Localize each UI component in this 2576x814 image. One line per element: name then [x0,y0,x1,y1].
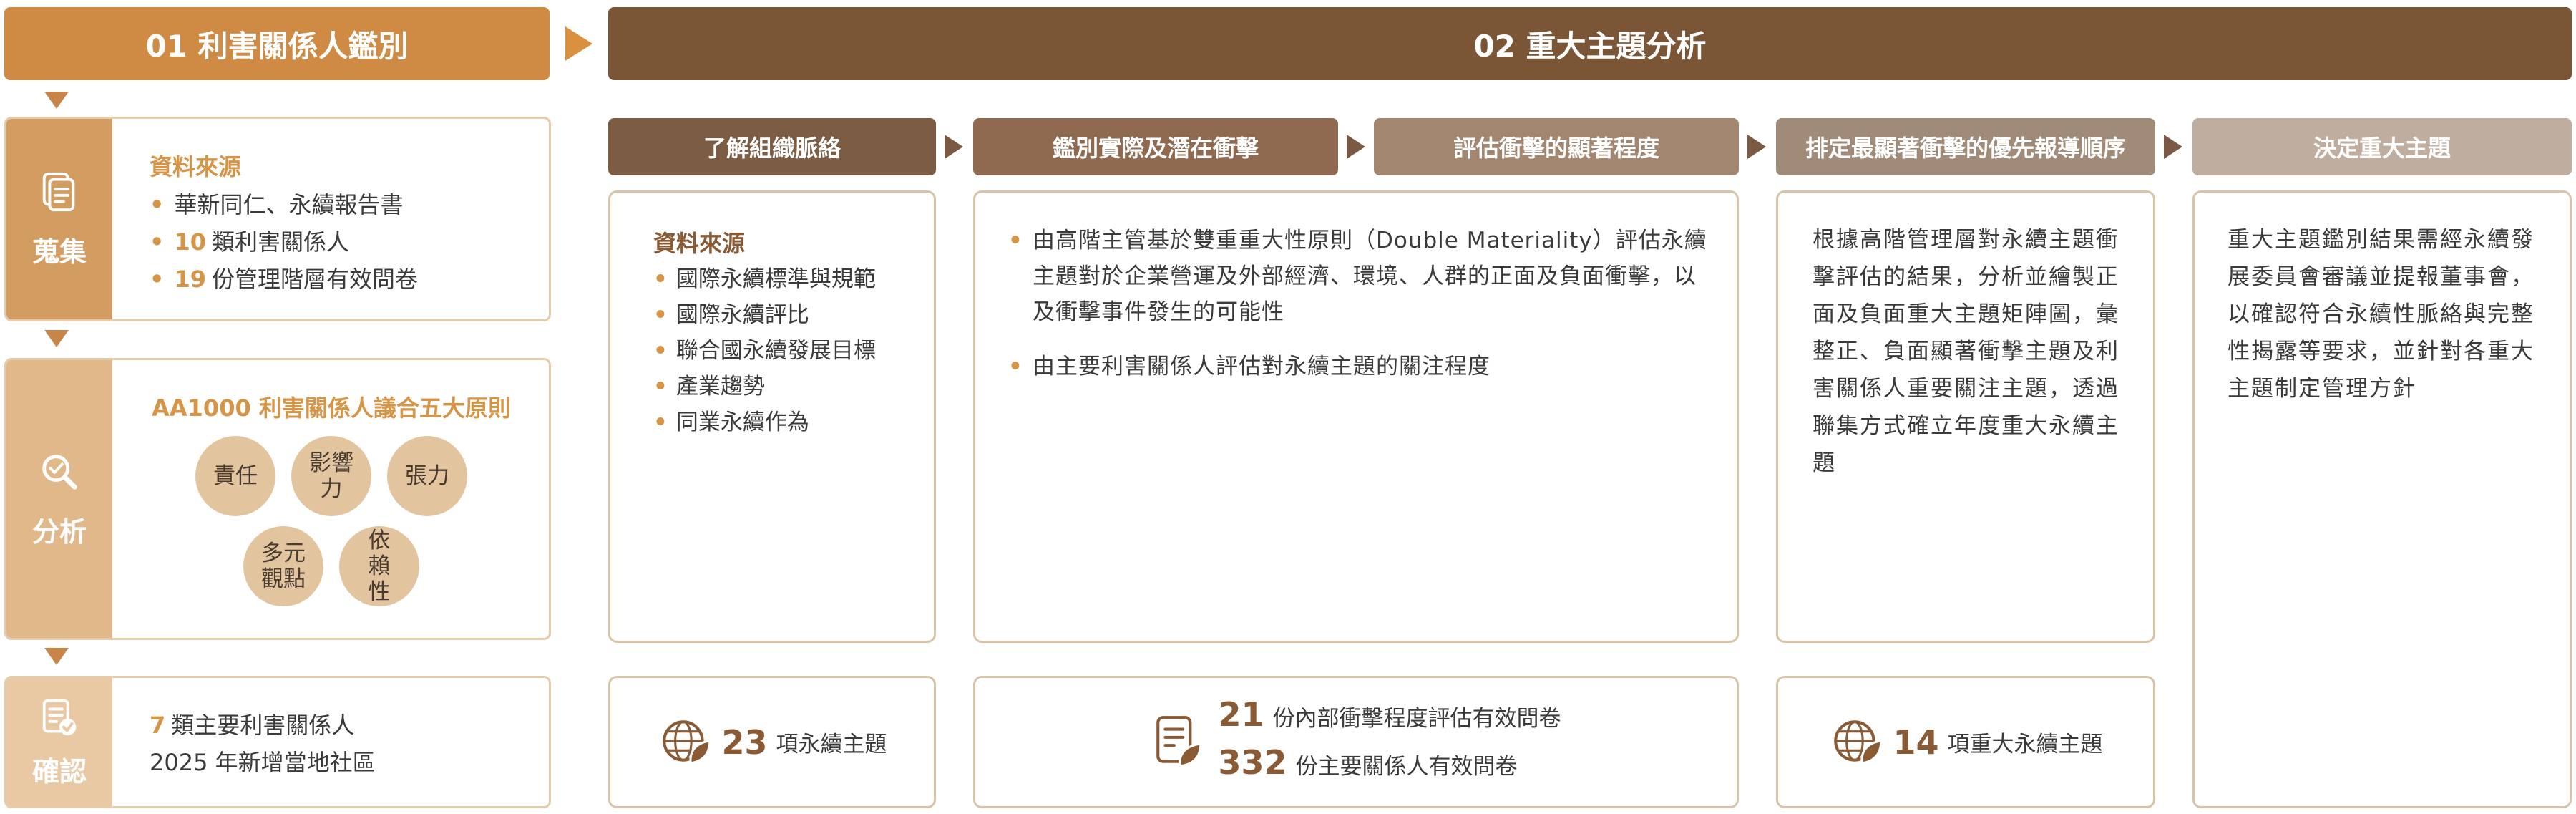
stage-confirm: 確認 7 類主要利害關係人 2025 年新增當地社區 [4,676,551,808]
stage-collect-title: 資料來源 [150,153,242,180]
collect-item-3-num: 19 [174,266,206,293]
step-5-header: 決定重大主題 [2192,118,2572,175]
stage-analyze-label: 分析 [31,515,87,548]
step-1-box: 資料來源 • 國際永續標準與規範 • 國際永續評比 • 聯合國永續發展目標 • 產業趨勢… [608,190,936,643]
phase-1-header: 01 利害關係人鑑別 [4,7,550,80]
principle-circle: 影響力 [291,436,371,516]
magnifier-check-icon [42,454,77,490]
step-5-box: 重大主題鑑別結果需經永續發展委員會審議並提報董事會，以確認符合永續性脈絡與完整性… [2192,190,2572,808]
step-5-text: 重大主題鑑別結果需經永續發展委員會審議並提報董事會，以確認符合永續性脈絡與完整性… [2228,227,2534,402]
stage-confirm-side: 確認 [6,678,112,806]
collect-item-2-num: 10 [174,228,206,256]
step-1-stat-text: 項永續主題 [776,732,887,757]
step-arrow-icon [1747,135,1766,159]
list-item: • 國際永續評比 [653,302,809,328]
step-1-header: 了解組織脈絡 [608,118,936,175]
down-arrow-icon [44,648,69,665]
step-3-header: 評估衝擊的顯著程度 [1374,118,1739,175]
list-item: • 聯合國永續發展目標 [653,338,876,364]
phase-1-title: 01 利害關係人鑑別 [145,28,409,64]
list-item: • 由主要利害關係人評估對永續主題的關注程度 [1008,354,1491,379]
step-4-header: 排定最顯著衝擊的優先報導順序 [1776,118,2155,175]
step-arrow-icon [2164,135,2182,159]
stat-line: 332 份主要關係人有效問卷 [1218,742,1518,782]
phase-2-header: 02 重大主題分析 [608,7,2572,80]
step-4-stat-text: 項重大永續主題 [1947,732,2103,757]
step-4-box: 根據高階管理層對永續主題衝擊評估的結果，分析並繪製正面及負面重大主題矩陣圖，彙整… [1776,190,2155,643]
confirm-line-2: 2025 年新增當地社區 [150,749,376,776]
step-1-stat: 23 項永續主題 [608,676,936,808]
stat-line: 21 份內部衝擊程度評估有效問卷 [1218,694,1561,734]
stage-collect-side: 蒐集 [6,119,112,319]
step-4-stat-number: 14 [1893,722,1939,762]
document-leaf-icon [1151,712,1209,773]
phase-arrow-icon [565,26,592,61]
step-2-stat-lines: 21 份內部衝擊程度評估有效問卷 332 份主要關係人有效問卷 [1218,694,1561,790]
step-arrow-icon [945,135,963,159]
list-item: • 同業永續作為 [653,410,809,435]
step-2-header: 鑑別實際及潛在衝擊 [973,118,1338,175]
step-2-stat: 21 份內部衝擊程度評估有效問卷 332 份主要關係人有效問卷 [973,676,1739,808]
step-4-stat: 14 項重大永續主題 [1776,676,2155,808]
stage-analyze: 分析 AA1000 利害關係人議合五大原則 責任 影響力 張力 多元觀點 依賴性 [4,358,551,640]
step-1-box-title: 資料來源 [653,230,746,257]
step-1-stat-number: 23 [721,722,768,762]
list-item: • 華新同仁、永續報告書 [150,191,404,218]
collect-item-1-text: 華新同仁、永續報告書 [174,191,404,218]
step-arrow-icon [1347,135,1365,159]
stage-confirm-label: 確認 [31,756,87,788]
confirm-line-1: 7 類主要利害關係人 [150,712,355,739]
principle-circle: 張力 [387,436,467,516]
stage-collect: 蒐集 資料來源 • 華新同仁、永續報告書 • 10 類利害關係人 • 19 份管理階層有效… [4,117,551,321]
collect-item-3-text: 份管理階層有效問卷 [211,266,418,293]
collect-item-2-text: 類利害關係人 [211,228,349,256]
list-item: • 國際永續標準與規範 [653,266,876,292]
document-stack-icon [42,172,75,211]
checklist-icon [42,699,77,736]
stage-collect-content: 資料來源 • 華新同仁、永續報告書 • 10 類利害關係人 • 19 份管理階層有效問卷 [150,119,542,319]
phase-2-title: 02 重大主題分析 [1473,28,1707,64]
principle-circle: 依賴性 [339,526,419,606]
principle-circle: 多元觀點 [243,526,323,606]
list-item: • 10 類利害關係人 [150,228,349,256]
globe-leaf-icon [657,712,716,773]
list-item: • 產業趨勢 [653,374,765,399]
list-item: • 19 份管理階層有效問卷 [150,266,418,293]
stage-analyze-title: AA1000 利害關係人議合五大原則 [152,394,511,422]
stage-analyze-side: 分析 [6,360,112,638]
step-2-box: • 由高階主管基於雙重重大性原則（Double Materiality）評估永續主… [973,190,1739,643]
down-arrow-icon [44,330,69,347]
list-item: • 由高階主管基於雙重重大性原則（Double Materiality）評估永續主… [1008,228,1707,325]
stage-confirm-content: 7 類主要利害關係人 2025 年新增當地社區 [150,678,542,806]
stage-collect-label: 蒐集 [31,236,87,268]
step-4-text: 根據高階管理層對永續主題衝擊評估的結果，分析並繪製正面及負面重大主題矩陣圖，彙整… [1813,227,2119,476]
globe-leaf-icon [1828,712,1887,773]
down-arrow-icon [44,92,69,109]
principle-circle: 責任 [195,436,275,516]
